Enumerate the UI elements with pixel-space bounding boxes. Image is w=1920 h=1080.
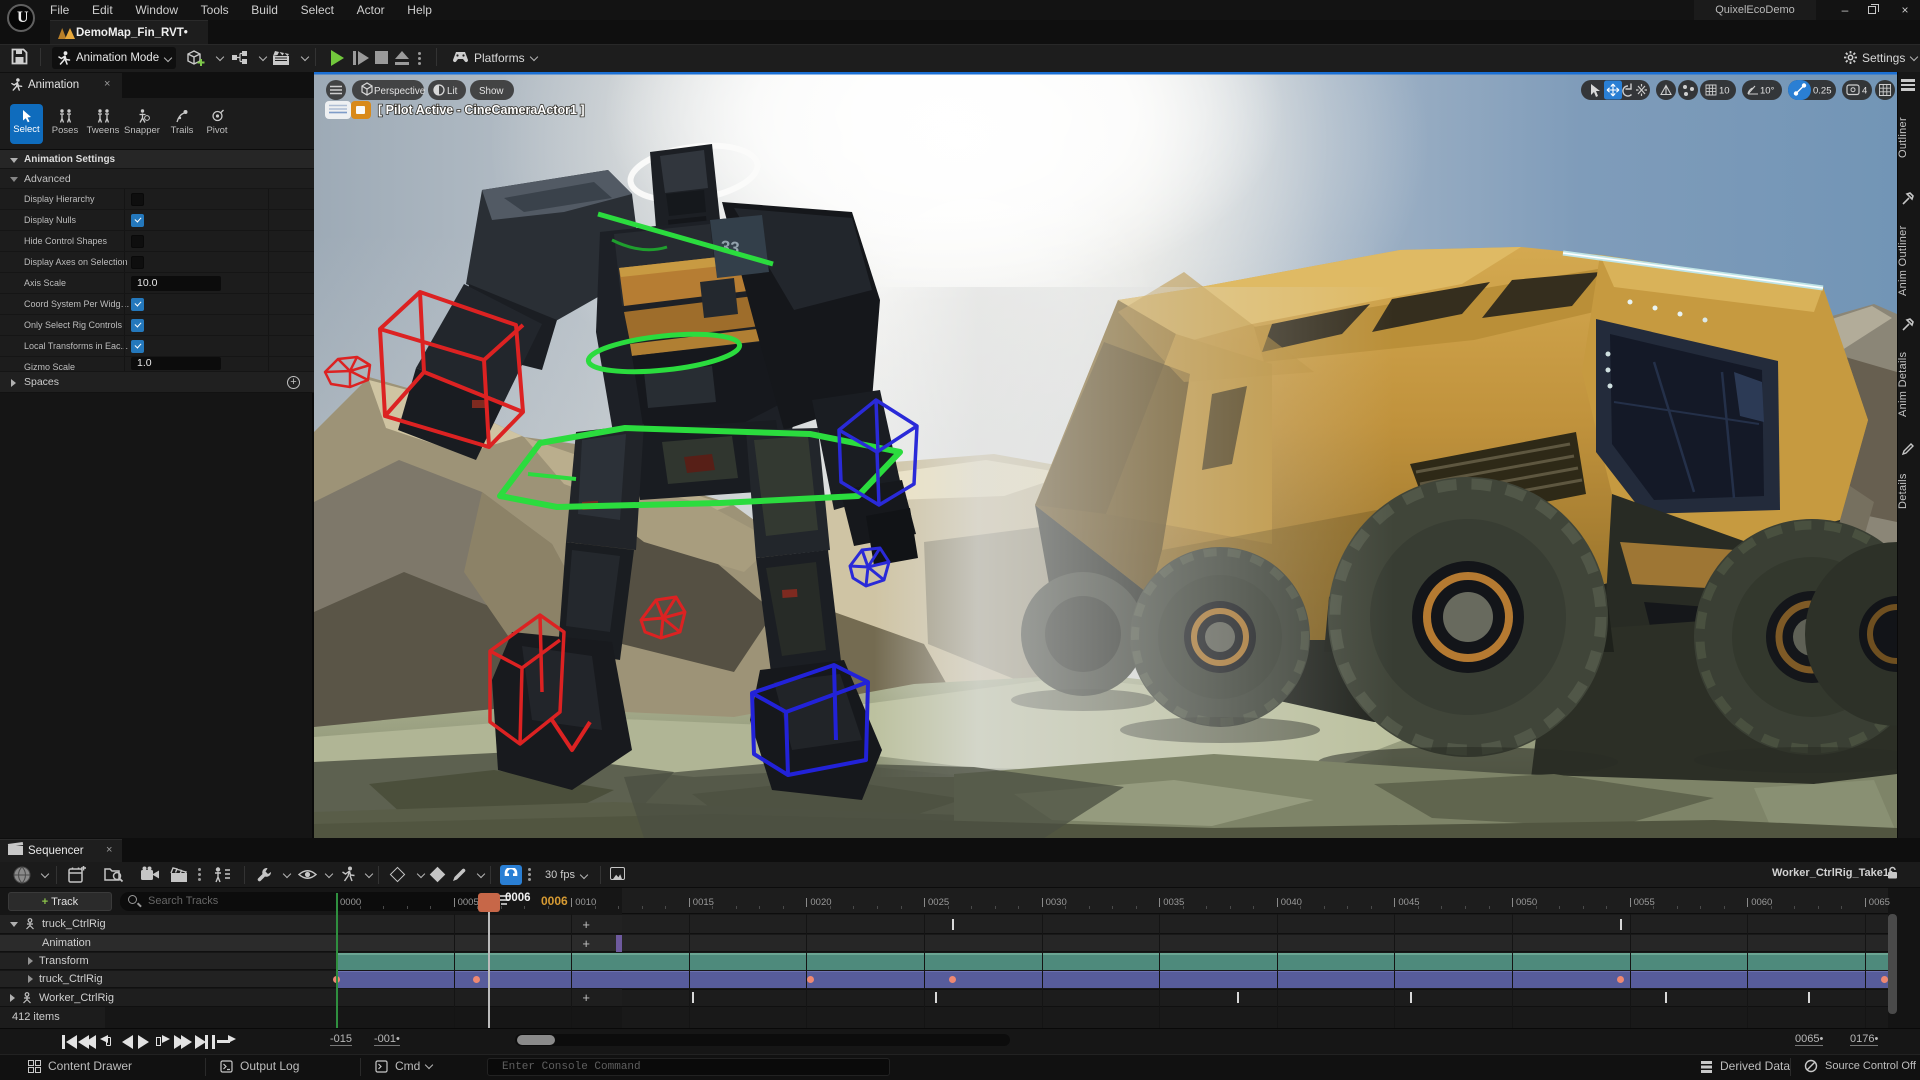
svg-text:10: 10 — [1719, 86, 1730, 97]
svg-text:4: 4 — [1862, 86, 1867, 97]
svg-text:0.25: 0.25 — [1813, 86, 1832, 97]
svg-text:Lit: Lit — [447, 86, 458, 97]
svg-text:Perspective: Perspective — [374, 86, 426, 97]
svg-text:Show: Show — [479, 86, 504, 97]
svg-text:[ Pilot Active - CineCameraAct: [ Pilot Active - CineCameraActor1 ] — [378, 103, 585, 117]
svg-text:10°: 10° — [1760, 86, 1775, 97]
